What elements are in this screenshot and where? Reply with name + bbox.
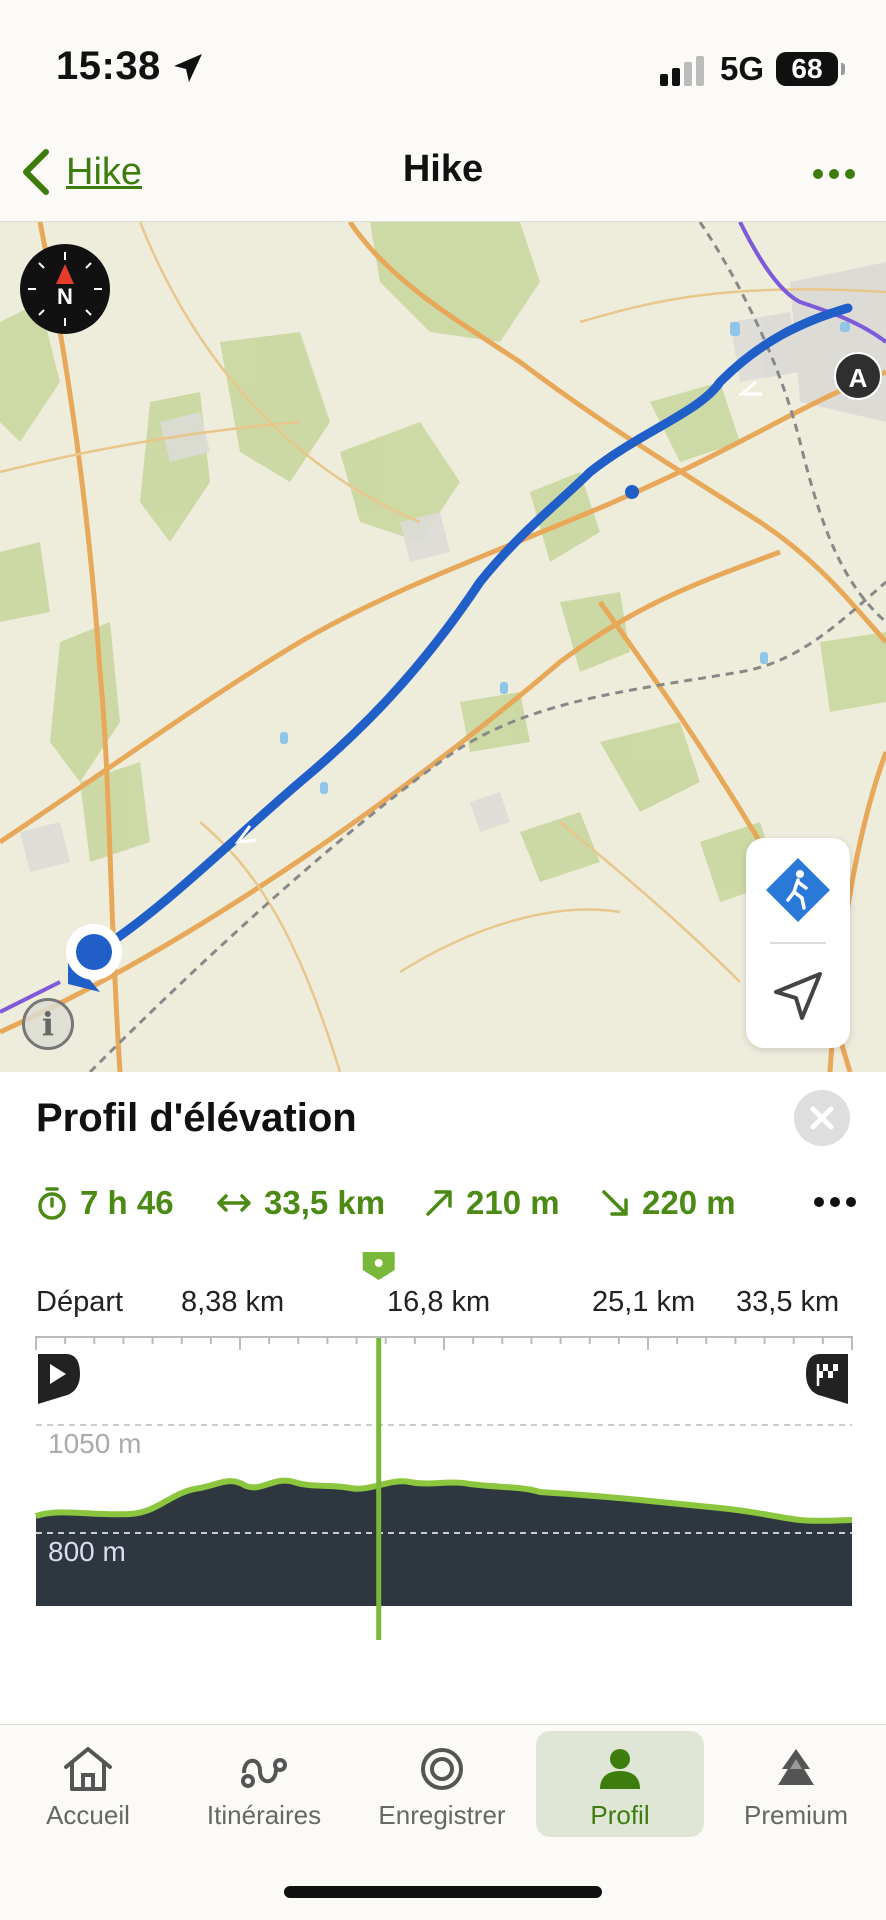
elevation-panel: Profil d'élévation 7 h 46 33,5 km 210 m bbox=[0, 1072, 886, 1724]
start-flag-icon[interactable] bbox=[36, 1352, 82, 1406]
route-icon bbox=[241, 1758, 287, 1788]
compass-north-label: N bbox=[57, 284, 73, 309]
start-point-marker[interactable] bbox=[60, 914, 130, 994]
elevation-label-low: 800 m bbox=[48, 1536, 126, 1567]
elevation-label-high: 1050 m bbox=[48, 1428, 142, 1459]
signal-icon bbox=[660, 56, 704, 86]
battery-level: 68 bbox=[791, 53, 823, 84]
end-point-marker[interactable]: A bbox=[834, 352, 882, 400]
tab-label: Premium bbox=[743, 1800, 848, 1830]
tab-itineraires[interactable]: Itinéraires bbox=[180, 1731, 348, 1837]
chevron-left-icon bbox=[23, 149, 49, 195]
premium-icon bbox=[778, 1749, 814, 1785]
info-icon: i bbox=[41, 1005, 55, 1043]
network-type: 5G bbox=[720, 50, 765, 87]
tab-premium[interactable]: Premium bbox=[712, 1731, 880, 1837]
tab-label: Accueil bbox=[46, 1800, 130, 1830]
home-indicator bbox=[284, 1886, 602, 1898]
locate-me-icon[interactable] bbox=[768, 966, 828, 1026]
more-options-icon[interactable] bbox=[812, 152, 856, 196]
elevation-profile-chart[interactable] bbox=[0, 1072, 886, 1724]
location-arrow-icon bbox=[174, 54, 202, 82]
nav-header: Hike Hike bbox=[0, 130, 886, 222]
tab-profil[interactable]: Profil bbox=[536, 1731, 704, 1837]
back-button[interactable]: Hike bbox=[18, 146, 142, 198]
hiking-route-icon[interactable] bbox=[764, 856, 832, 924]
map-info-button[interactable]: i bbox=[22, 998, 74, 1050]
tab-label: Enregistrer bbox=[378, 1800, 506, 1830]
record-icon bbox=[421, 1748, 463, 1790]
back-label: Hike bbox=[66, 150, 143, 193]
compass-button[interactable]: N bbox=[20, 244, 110, 334]
home-icon bbox=[64, 1747, 112, 1791]
tab-enregistrer[interactable]: Enregistrer bbox=[358, 1731, 526, 1837]
controls-divider bbox=[770, 942, 826, 944]
profile-icon bbox=[600, 1749, 640, 1789]
map-view[interactable]: N A i bbox=[0, 222, 886, 1072]
tab-label: Profil bbox=[590, 1800, 650, 1830]
finish-flag-icon[interactable] bbox=[804, 1352, 850, 1406]
status-bar: 15:38 5G 68 bbox=[0, 0, 886, 130]
tab-label: Itinéraires bbox=[206, 1800, 322, 1830]
status-time: 15:38 bbox=[56, 44, 161, 88]
tab-accueil[interactable]: Accueil bbox=[4, 1731, 172, 1837]
battery-icon: 68 bbox=[776, 52, 845, 86]
map-controls bbox=[746, 838, 850, 1048]
